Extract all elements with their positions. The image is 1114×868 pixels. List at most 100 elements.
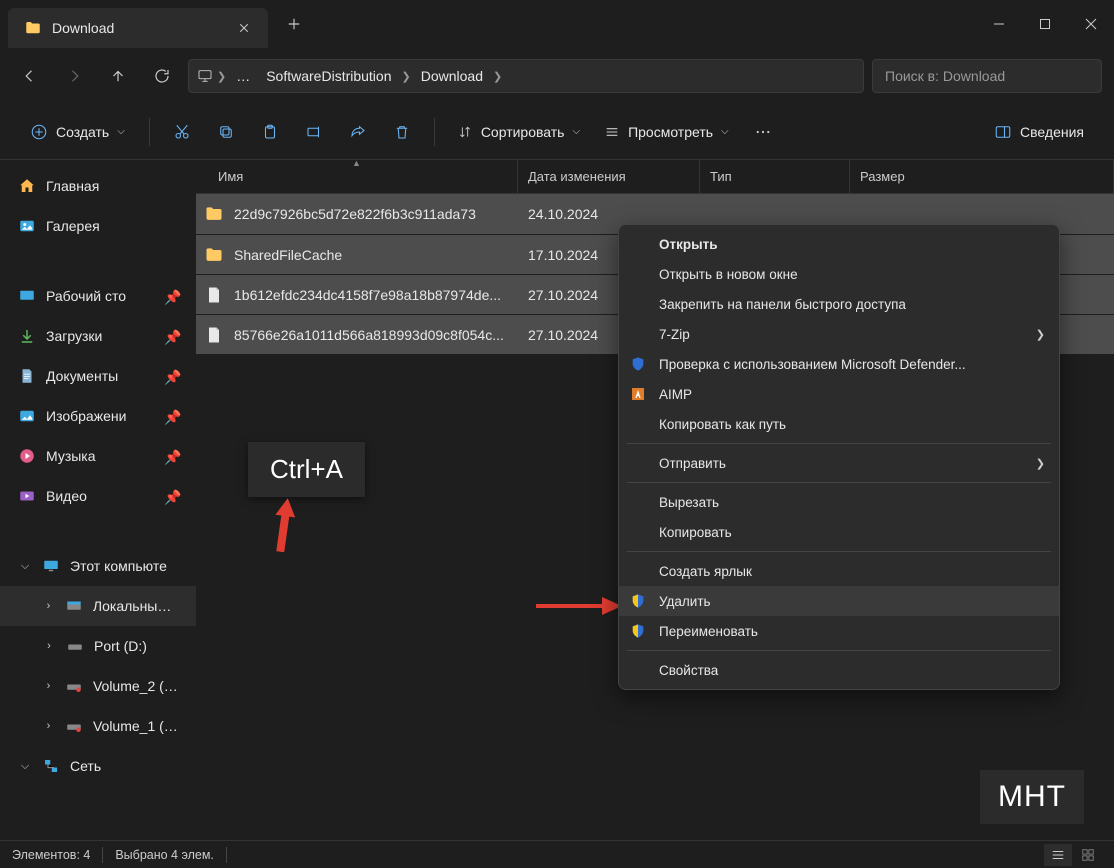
ctx-open-new[interactable]: Открыть в новом окне <box>619 259 1059 289</box>
context-menu: Открыть Открыть в новом окне Закрепить н… <box>618 224 1060 690</box>
ctx-7zip[interactable]: 7-Zip❯ <box>619 319 1059 349</box>
chevron-right-icon: › <box>42 680 55 692</box>
maximize-button[interactable] <box>1022 0 1068 48</box>
file-name: SharedFileCache <box>234 247 518 263</box>
delete-button[interactable] <box>382 114 422 150</box>
aimp-icon <box>629 385 647 403</box>
sidebar-item-downloads[interactable]: Загрузки 📌 <box>0 316 196 356</box>
network-icon <box>42 757 60 775</box>
sort-button[interactable]: Сортировать ⌵ <box>447 114 590 150</box>
pin-icon: 📌 <box>164 449 178 463</box>
paste-button[interactable] <box>250 114 290 150</box>
ctx-copy[interactable]: Копировать <box>619 517 1059 547</box>
file-date: 24.10.2024 <box>518 206 700 222</box>
sidebar-item-videos[interactable]: Видео 📌 <box>0 476 196 516</box>
up-button[interactable] <box>100 58 136 94</box>
shield-icon <box>629 355 647 373</box>
sidebar-item-gallery[interactable]: Галерея <box>0 206 196 246</box>
copy-button[interactable] <box>206 114 246 150</box>
sidebar-item-documents[interactable]: Документы 📌 <box>0 356 196 396</box>
sidebar-item-thispc[interactable]: ⌵ Этот компьюте <box>0 546 196 586</box>
cut-button[interactable] <box>162 114 202 150</box>
ctx-defender[interactable]: Проверка с использованием Microsoft Defe… <box>619 349 1059 379</box>
search-input[interactable]: Поиск в: Download <box>872 59 1102 93</box>
view-button[interactable]: Просмотреть ⌵ <box>594 114 739 150</box>
gallery-icon <box>18 217 36 235</box>
more-button[interactable] <box>743 114 783 150</box>
ctx-aimp[interactable]: AIMP <box>619 379 1059 409</box>
pin-icon: 📌 <box>164 409 178 423</box>
breadcrumb-segment[interactable]: Download <box>415 68 489 84</box>
column-date[interactable]: Дата изменения <box>518 160 700 193</box>
column-type[interactable]: Тип <box>700 160 850 193</box>
sidebar-item-network[interactable]: ⌵ Сеть <box>0 746 196 786</box>
ctx-pin[interactable]: Закрепить на панели быстрого доступа <box>619 289 1059 319</box>
ctx-open[interactable]: Открыть <box>619 229 1059 259</box>
annotation-shortcut: Ctrl+A <box>248 442 365 497</box>
ctx-copy-path[interactable]: Копировать как путь <box>619 409 1059 439</box>
chevron-down-icon: ⌵ <box>18 560 32 573</box>
details-icon <box>994 123 1012 141</box>
view-details-button[interactable] <box>1044 844 1072 866</box>
chevron-down-icon: ⌵ <box>117 126 125 137</box>
chevron-down-icon: ⌵ <box>18 760 32 773</box>
sidebar-item-vol1[interactable]: › Volume_1 (\\SI <box>0 706 196 746</box>
sidebar-item-music[interactable]: Музыка 📌 <box>0 436 196 476</box>
pin-icon: 📌 <box>164 489 178 503</box>
rename-button[interactable] <box>294 114 334 150</box>
minimize-button[interactable] <box>976 0 1022 48</box>
sidebar-item-localdisk[interactable]: › Локальный ди <box>0 586 196 626</box>
sidebar: Главная Галерея Рабочий сто 📌 Загрузки 📌… <box>0 160 196 840</box>
sort-icon <box>457 124 473 140</box>
view-large-button[interactable] <box>1074 844 1102 866</box>
ctx-properties[interactable]: Свойства <box>619 655 1059 685</box>
share-button[interactable] <box>338 114 378 150</box>
column-headers: ▲ Имя Дата изменения Тип Размер <box>196 160 1114 194</box>
watermark-badge: MHT <box>980 770 1084 824</box>
back-button[interactable] <box>12 58 48 94</box>
video-icon <box>18 487 36 505</box>
ctx-rename[interactable]: Переименовать <box>619 616 1059 646</box>
close-icon[interactable] <box>236 20 252 36</box>
breadcrumb[interactable]: ❯ … SoftwareDistribution ❯ Download ❯ <box>188 59 864 93</box>
annotation-arrow-icon <box>536 594 622 618</box>
folder-icon <box>204 245 224 265</box>
document-icon <box>18 367 36 385</box>
drive-icon <box>65 597 83 615</box>
tab-title: Download <box>52 20 226 36</box>
music-icon <box>18 447 36 465</box>
create-button[interactable]: Создать ⌵ <box>18 114 137 150</box>
tab-download[interactable]: Download <box>8 8 268 48</box>
sidebar-item-vol2[interactable]: › Volume_2 (\\SI <box>0 666 196 706</box>
chevron-right-icon: ❯ <box>402 70 411 83</box>
folder-icon <box>204 204 224 224</box>
file-name: 85766e26a1011d566a818993d09c8f054c... <box>234 327 518 343</box>
chevron-right-icon: › <box>42 640 56 652</box>
column-name[interactable]: ▲ Имя <box>196 160 518 193</box>
new-tab-button[interactable] <box>276 6 312 42</box>
status-items: Элементов: 4 <box>12 848 90 862</box>
forward-button[interactable] <box>56 58 92 94</box>
breadcrumb-segment[interactable]: SoftwareDistribution <box>260 68 397 84</box>
close-window-button[interactable] <box>1068 0 1114 48</box>
refresh-button[interactable] <box>144 58 180 94</box>
ctx-shortcut[interactable]: Создать ярлык <box>619 556 1059 586</box>
column-size[interactable]: Размер <box>850 160 1114 193</box>
pin-icon: 📌 <box>164 369 178 383</box>
search-placeholder: Поиск в: Download <box>885 68 1005 84</box>
file-icon <box>204 285 224 305</box>
ctx-cut[interactable]: Вырезать <box>619 487 1059 517</box>
chevron-right-icon: › <box>42 600 55 612</box>
plus-circle-icon <box>30 123 48 141</box>
breadcrumb-ellipsis[interactable]: … <box>230 68 256 84</box>
desktop-icon <box>18 287 36 305</box>
sidebar-item-desktop[interactable]: Рабочий сто 📌 <box>0 276 196 316</box>
view-icon <box>604 124 620 140</box>
chevron-down-icon: ⌵ <box>572 126 580 137</box>
sidebar-item-pictures[interactable]: Изображени 📌 <box>0 396 196 436</box>
details-pane-button[interactable]: Сведения <box>982 114 1096 150</box>
sidebar-item-port[interactable]: › Port (D:) <box>0 626 196 666</box>
ctx-delete[interactable]: Удалить <box>619 586 1059 616</box>
sidebar-item-home[interactable]: Главная <box>0 166 196 206</box>
ctx-send-to[interactable]: Отправить❯ <box>619 448 1059 478</box>
